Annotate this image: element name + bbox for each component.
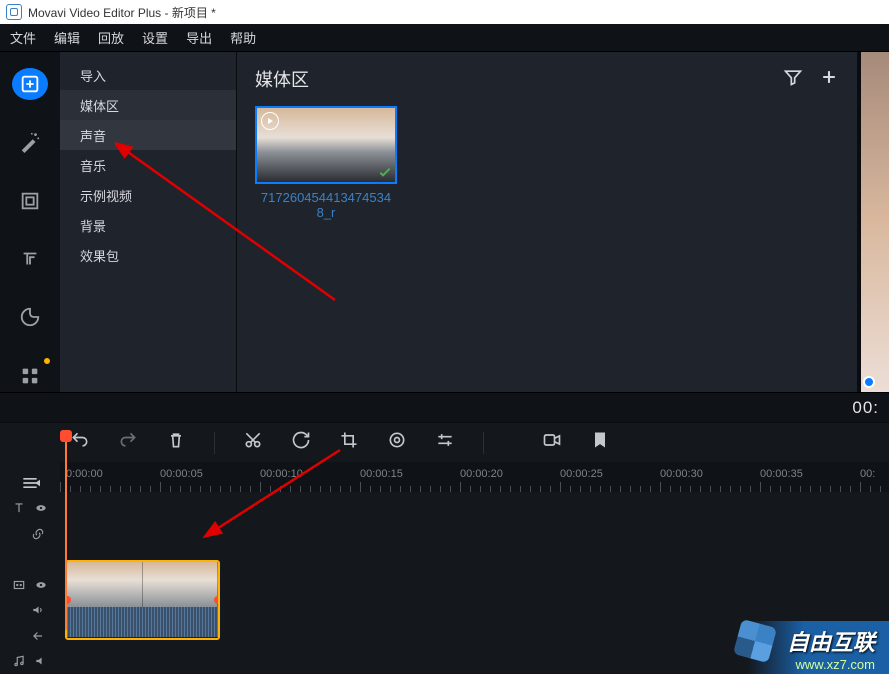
music-icon — [12, 654, 26, 668]
text-tool[interactable] — [12, 243, 48, 275]
track-text[interactable] — [0, 496, 60, 522]
add-track-icon[interactable] — [0, 470, 60, 496]
timecode: 00: — [852, 398, 879, 418]
timeline-trackheads — [0, 462, 60, 674]
track-video[interactable] — [0, 572, 60, 598]
marker-icon[interactable] — [590, 430, 610, 455]
rotate-icon[interactable] — [291, 430, 311, 455]
nav-sound[interactable]: 声音 — [60, 120, 236, 150]
track-music[interactable] — [0, 649, 60, 674]
separator — [214, 432, 215, 454]
filter-icon[interactable] — [783, 67, 803, 92]
watermark-title: 自由互联 — [787, 625, 875, 657]
clip-audio — [67, 607, 218, 637]
nav-list: 导入 媒体区 声音 音乐 示例视频 背景 效果包 — [60, 52, 237, 392]
timecode-strip: 00: — [0, 392, 889, 422]
window-title: Movavi Video Editor Plus - 新项目 * — [28, 4, 216, 21]
thumb-label: 717260454413474534 8_r — [255, 190, 397, 220]
menu-playback[interactable]: 回放 — [98, 28, 124, 47]
import-tool[interactable] — [12, 68, 48, 100]
nav-backgrounds[interactable]: 背景 — [60, 210, 236, 240]
menu-file[interactable]: 文件 — [10, 28, 36, 47]
speaker-icon[interactable] — [34, 654, 48, 668]
more-tool[interactable] — [12, 360, 48, 392]
nav-media[interactable]: 媒体区 — [60, 90, 236, 120]
watermark-url: www.xz7.com — [796, 657, 875, 672]
menu-help[interactable]: 帮助 — [230, 28, 256, 47]
timeline-clip[interactable] — [65, 560, 220, 640]
seek-handle[interactable] — [863, 376, 875, 388]
arrow-left-icon[interactable] — [31, 629, 45, 643]
menu-export[interactable]: 导出 — [186, 28, 212, 47]
track-back[interactable] — [0, 623, 60, 649]
preview-pane[interactable] — [857, 52, 889, 392]
notification-dot — [44, 358, 50, 364]
ruler-tick: 00:00:35 — [760, 468, 803, 480]
record-icon[interactable] — [542, 430, 562, 455]
frame-tool[interactable] — [12, 185, 48, 217]
timeline-toolbar — [0, 422, 889, 462]
media-header: 媒体区 — [255, 66, 839, 92]
nav-music[interactable]: 音乐 — [60, 150, 236, 180]
menu-bar: 文件 编辑 回放 设置 导出 帮助 — [0, 24, 889, 52]
media-title: 媒体区 — [255, 66, 309, 92]
clip-handle-right[interactable] — [214, 596, 220, 604]
media-panel: 媒体区 717260454413474534 8_r — [237, 52, 857, 392]
ruler-tick: 00:00:20 — [460, 468, 503, 480]
ruler-tick: 00:00:05 — [160, 468, 203, 480]
ruler-tick: 00: — [860, 468, 875, 480]
nav-import[interactable]: 导入 — [60, 60, 236, 90]
video-icon — [12, 578, 26, 592]
crop-icon[interactable] — [339, 430, 359, 455]
tool-rail — [0, 52, 60, 392]
redo-icon[interactable] — [118, 430, 138, 455]
menu-settings[interactable]: 设置 — [142, 28, 168, 47]
window-titlebar: Movavi Video Editor Plus - 新项目 * — [0, 0, 889, 24]
watermark: 自由互联 www.xz7.com — [747, 621, 889, 674]
undo-icon[interactable] — [70, 430, 90, 455]
ruler-tick: 00:00:25 — [560, 468, 603, 480]
check-icon — [377, 164, 393, 180]
delete-icon[interactable] — [166, 430, 186, 455]
add-icon[interactable] — [819, 67, 839, 92]
eye-icon[interactable] — [34, 501, 48, 515]
main-area: 导入 媒体区 声音 音乐 示例视频 背景 效果包 媒体区 71726045441… — [0, 52, 889, 392]
nav-effects[interactable]: 效果包 — [60, 240, 236, 270]
link-icon[interactable] — [31, 527, 45, 541]
color-icon[interactable] — [387, 430, 407, 455]
ruler-tick: 00:00:10 — [260, 468, 303, 480]
wand-tool[interactable] — [12, 126, 48, 158]
media-thumb[interactable]: 717260454413474534 8_r — [255, 106, 397, 220]
cut-icon[interactable] — [243, 430, 263, 455]
sticker-tool[interactable] — [12, 301, 48, 333]
menu-edit[interactable]: 编辑 — [54, 28, 80, 47]
clip-video — [67, 562, 218, 607]
app-icon — [6, 4, 22, 20]
nav-samples[interactable]: 示例视频 — [60, 180, 236, 210]
playhead[interactable] — [65, 430, 67, 630]
ruler-tick: 00:00:30 — [660, 468, 703, 480]
thumb-frame[interactable] — [255, 106, 397, 184]
ruler-tick: 00:00:15 — [360, 468, 403, 480]
adjust-icon[interactable] — [435, 430, 455, 455]
speaker-icon[interactable] — [31, 603, 45, 617]
eye-icon[interactable] — [34, 578, 48, 592]
play-icon[interactable] — [261, 112, 279, 130]
ruler-tick: 0:00:00 — [66, 468, 103, 480]
track-audio[interactable] — [0, 598, 60, 624]
timeline-ruler[interactable]: 0:00:00 00:00:05 00:00:10 00:00:15 00:00… — [60, 462, 889, 492]
separator — [483, 432, 484, 454]
track-link[interactable] — [0, 521, 60, 547]
